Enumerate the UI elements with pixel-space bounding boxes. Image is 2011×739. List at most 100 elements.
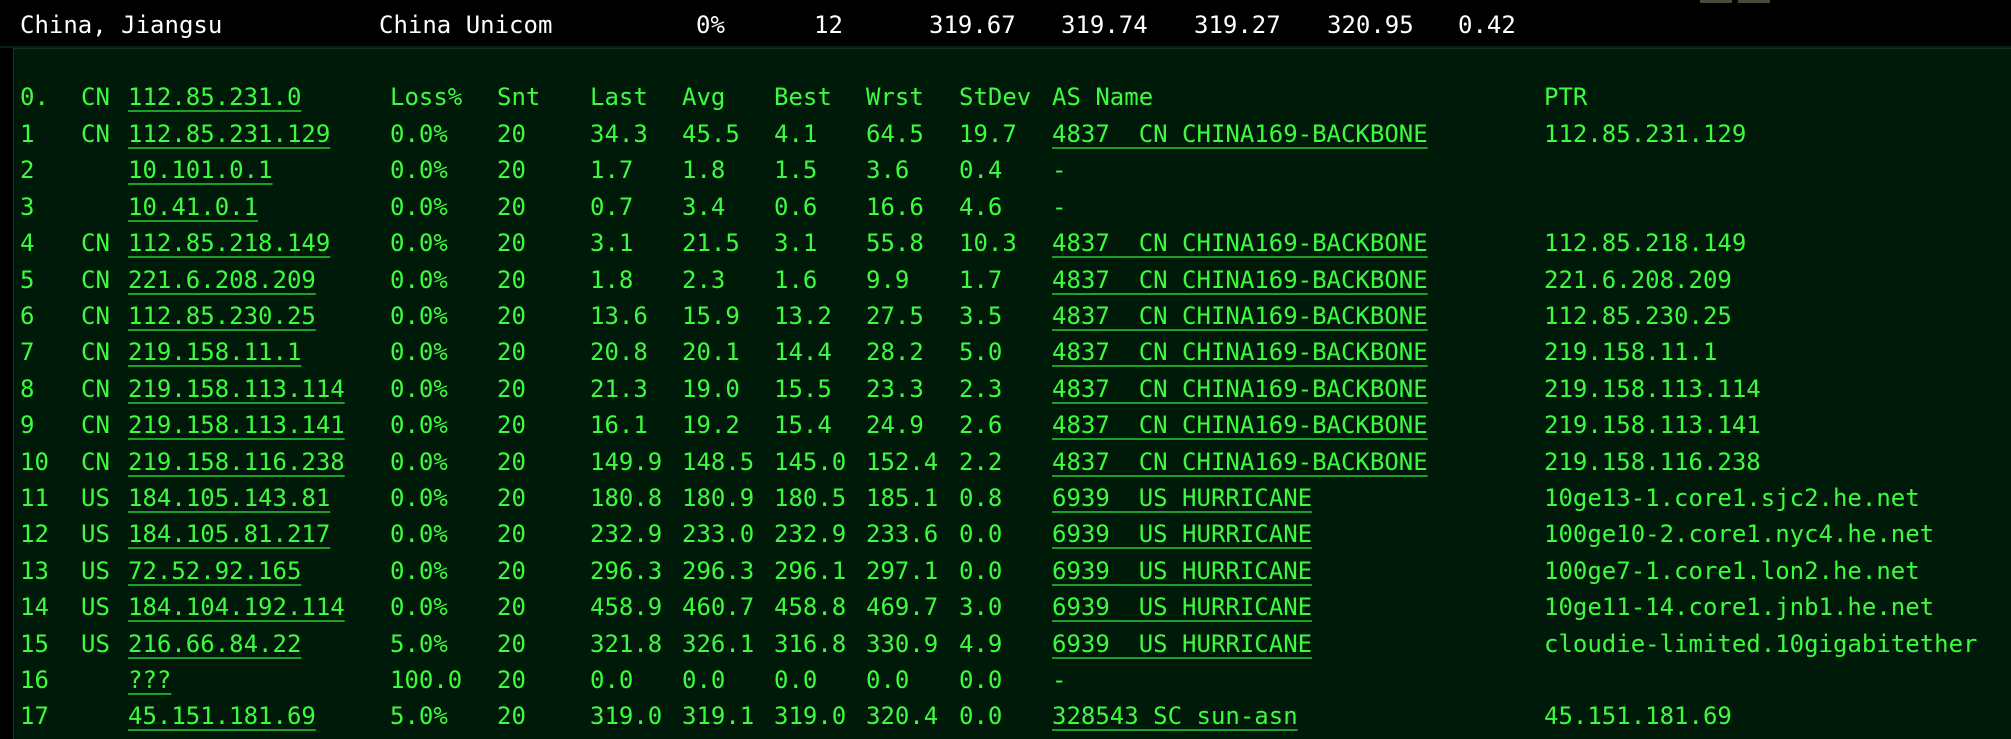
host-link[interactable]: 112.85.218.149 — [128, 228, 330, 258]
last-value: 16.1 — [590, 411, 648, 440]
loss-value: 0.0% — [390, 556, 448, 585]
host-link[interactable]: 219.158.11.1 — [128, 337, 301, 367]
header-avg: Avg — [682, 83, 726, 111]
country-code: US — [81, 629, 110, 658]
hop-number: 1 — [20, 120, 35, 148]
ptr-value: 100ge7-1.core1.lon2.he.net — [1544, 556, 1920, 585]
snt-value: 20 — [497, 702, 526, 731]
as-name-link[interactable]: 4837 CN CHINA169-BACKBONE — [1052, 265, 1428, 295]
stdev-value: 0.0 — [959, 556, 1003, 585]
host-link[interactable]: 184.105.81.217 — [128, 519, 330, 549]
as-name-link[interactable]: 4837 CN CHINA169-BACKBONE — [1052, 228, 1428, 258]
host-link[interactable]: 219.158.116.238 — [128, 447, 345, 477]
as-name-link[interactable]: 4837 CN CHINA169-BACKBONE — [1052, 374, 1428, 404]
as-name-link[interactable]: 6939 US HURRICANE — [1052, 592, 1312, 622]
as-name-link[interactable]: 6939 US HURRICANE — [1052, 519, 1312, 549]
wrst-value: 16.6 — [866, 192, 924, 221]
best-value: 4.1 — [774, 120, 818, 148]
host-link[interactable]: 10.41.0.1 — [128, 192, 258, 222]
wrst-value: 3.6 — [866, 156, 910, 185]
avg-value: 233.0 — [682, 520, 755, 549]
avg-value: 326.1 — [682, 629, 755, 658]
hop-number: 17 — [20, 702, 49, 731]
as-name-link[interactable]: 4837 CN CHINA169-BACKBONE — [1052, 337, 1428, 367]
table-row: 2 10.101.0.1 0.0% 20 1.7 1.8 1.5 3.6 0.4 - — [0, 155, 2011, 185]
avg-value: 15.9 — [682, 302, 740, 330]
as-name-link[interactable]: 4837 CN CHINA169-BACKBONE — [1052, 301, 1428, 331]
loss-value: 5.0% — [390, 629, 448, 658]
last-value: 149.9 — [590, 447, 663, 476]
host-link[interactable]: 221.6.208.209 — [128, 265, 316, 295]
loss-value: 0.0% — [390, 447, 448, 476]
snt-value: 20 — [497, 484, 526, 512]
as-name-link[interactable]: 4837 CN CHINA169-BACKBONE — [1052, 119, 1428, 149]
host-link[interactable]: ??? — [128, 665, 171, 695]
ptr-value: 112.85.230.25 — [1544, 302, 1732, 330]
table-header: 0. CN 112.85.231.0 Loss% Snt Last Avg Be… — [0, 82, 2011, 112]
avg-value: 0.0 — [682, 666, 726, 694]
snt-value: 20 — [497, 593, 526, 622]
traceroute-table: 0. CN 112.85.231.0 Loss% Snt Last Avg Be… — [0, 0, 2011, 738]
avg-value: 19.0 — [682, 374, 740, 403]
avg-value: 296.3 — [682, 556, 755, 585]
header-last: Last — [590, 83, 648, 111]
loss-value: 0.0% — [390, 338, 448, 367]
as-name-link[interactable]: 328543 SC sun-asn — [1052, 701, 1298, 731]
as-name-link[interactable]: 6939 US HURRICANE — [1052, 483, 1312, 513]
host-link[interactable]: 184.104.192.114 — [128, 592, 345, 622]
stdev-value: 19.7 — [959, 120, 1017, 148]
wrst-value: 0.0 — [866, 666, 910, 694]
as-name-link[interactable]: 4837 CN CHINA169-BACKBONE — [1052, 410, 1428, 440]
table-row: 1 CN 112.85.231.129 0.0% 20 34.3 45.5 4.1 64.5 19… — [0, 119, 2011, 149]
stdev-value: 0.0 — [959, 666, 1003, 694]
hop-number: 11 — [20, 484, 49, 512]
last-value: 458.9 — [590, 593, 663, 622]
as-name-link[interactable]: 6939 US HURRICANE — [1052, 629, 1312, 659]
as-name-link[interactable]: 6939 US HURRICANE — [1052, 556, 1312, 586]
host-link[interactable]: 112.85.230.25 — [128, 301, 316, 331]
ptr-value: 221.6.208.209 — [1544, 265, 1732, 294]
last-value: 21.3 — [590, 374, 648, 403]
header-loss: Loss% — [390, 83, 463, 111]
wrst-value: 23.3 — [866, 374, 924, 403]
host-link[interactable]: 219.158.113.141 — [128, 410, 345, 440]
best-value: 0.6 — [774, 192, 818, 221]
table-row: 9 CN 219.158.113.141 0.0% 20 16.1 19.2 15.4 24.9… — [0, 410, 2011, 440]
host-link[interactable]: 184.105.143.81 — [128, 483, 330, 513]
table-row: 16??? 100.0 20 0.0 0.0 0.0 0.0 0.0 - — [0, 665, 2011, 695]
best-value: 145.0 — [774, 447, 847, 476]
as-name-link[interactable]: 4837 CN CHINA169-BACKBONE — [1052, 447, 1428, 477]
header-target-host-link[interactable]: 112.85.231.0 — [128, 82, 301, 112]
table-row: 6 CN 112.85.230.25 0.0% 20 13.6 15.9 13.2 27.5 3.… — [0, 301, 2011, 331]
last-value: 13.6 — [590, 302, 648, 330]
host-link[interactable]: 219.158.113.114 — [128, 374, 345, 404]
host-link[interactable]: 72.52.92.165 — [128, 556, 301, 586]
best-value: 180.5 — [774, 484, 847, 512]
ptr-value: 112.85.218.149 — [1544, 229, 1747, 258]
country-code: US — [81, 593, 110, 622]
host-link[interactable]: 112.85.231.129 — [128, 119, 330, 149]
snt-value: 20 — [497, 338, 526, 367]
avg-value: 180.9 — [682, 484, 755, 512]
last-value: 1.8 — [590, 265, 634, 294]
header-best: Best — [774, 83, 832, 111]
table-row: 10 CN 219.158.116.238 0.0% 20 149.9 148.5 145.0… — [0, 447, 2011, 477]
stdev-value: 4.9 — [959, 629, 1003, 658]
host-link[interactable]: 10.101.0.1 — [128, 155, 273, 185]
host-link[interactable]: 216.66.84.22 — [128, 629, 301, 659]
ptr-value: 219.158.113.114 — [1544, 374, 1761, 403]
hop-number: 3 — [20, 192, 35, 221]
loss-value: 5.0% — [390, 702, 448, 731]
host-link[interactable]: 45.151.181.69 — [128, 701, 316, 731]
avg-value: 2.3 — [682, 265, 726, 294]
header-as-name: AS Name — [1052, 83, 1154, 111]
stdev-value: 2.3 — [959, 374, 1003, 403]
stdev-value: 3.5 — [959, 302, 1003, 330]
country-code: US — [81, 484, 110, 512]
avg-value: 319.1 — [682, 702, 755, 731]
country-code: CN — [81, 302, 110, 330]
loss-value: 0.0% — [390, 229, 448, 258]
stdev-value: 10.3 — [959, 229, 1017, 258]
country-code: CN — [81, 229, 110, 258]
as-name-link: - — [1052, 192, 1067, 221]
